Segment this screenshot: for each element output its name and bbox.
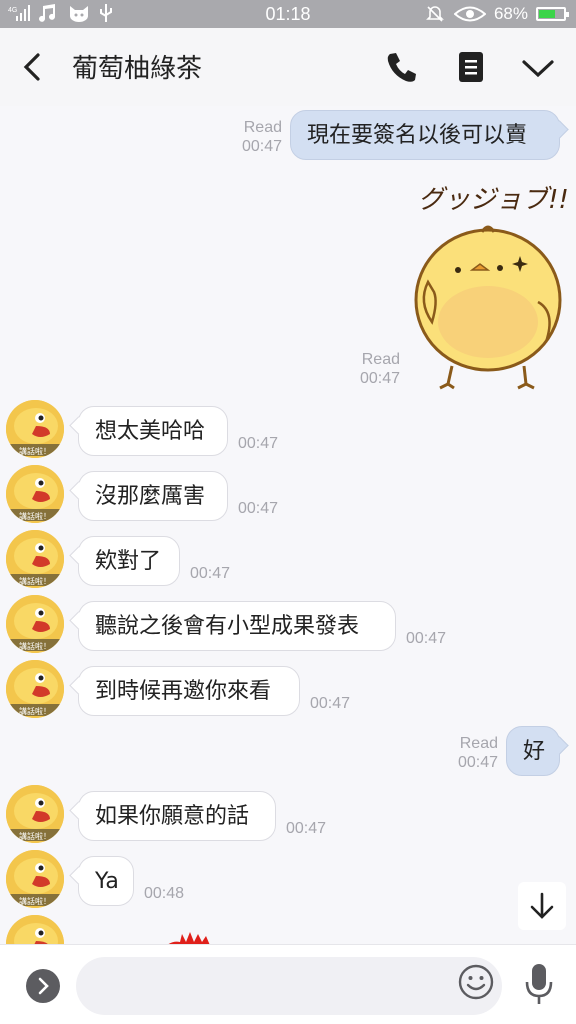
contact-avatar[interactable]: 講話啦！ bbox=[6, 595, 64, 653]
contact-avatar[interactable]: 講話啦！ bbox=[6, 400, 64, 458]
message-input[interactable] bbox=[96, 957, 436, 1015]
smiley-icon bbox=[458, 964, 494, 1000]
chat-title: 葡萄柚綠茶 bbox=[72, 54, 203, 84]
their-message-bubble[interactable]: 到時候再邀你來看 bbox=[78, 666, 300, 716]
eye-icon bbox=[453, 5, 487, 23]
contact-avatar[interactable]: 講話啦！ bbox=[6, 660, 64, 718]
silent-icon bbox=[426, 5, 446, 23]
call-button[interactable] bbox=[384, 50, 420, 84]
contact-avatar[interactable]: 講話啦！ bbox=[6, 530, 64, 588]
phone-icon bbox=[387, 53, 416, 82]
their-message-bubble[interactable]: 沒那麼厲害 bbox=[78, 471, 228, 521]
contact-avatar[interactable] bbox=[6, 915, 64, 944]
emoji-button[interactable] bbox=[458, 964, 494, 1000]
scroll-to-bottom-button[interactable] bbox=[518, 882, 566, 930]
their-message-bubble[interactable]: Ya bbox=[78, 856, 134, 906]
svg-text:講話啦！: 講話啦！ bbox=[19, 896, 51, 906]
svg-text:グッジョブ!!: グッジョブ!! bbox=[418, 185, 568, 215]
message-time: 00:47 bbox=[310, 695, 351, 712]
notes-icon bbox=[459, 52, 483, 82]
notes-button[interactable] bbox=[456, 50, 486, 84]
battery-icon bbox=[536, 7, 569, 21]
expand-menu-button[interactable] bbox=[26, 969, 60, 1003]
their-message-bubble[interactable]: 聽說之後會有小型成果發表 bbox=[78, 601, 396, 651]
back-arrow-icon bbox=[23, 53, 40, 81]
menu-dropdown-button[interactable] bbox=[520, 56, 556, 80]
status-bar: 4G 01:18 68% bbox=[0, 0, 576, 28]
my-message-bubble[interactable]: 好 bbox=[506, 726, 560, 776]
message-time: 00:47 bbox=[406, 630, 447, 647]
their-message-bubble[interactable]: 欸對了 bbox=[78, 536, 180, 586]
message-read-status: Read 00:47 bbox=[457, 735, 498, 771]
svg-text:講話啦！: 講話啦！ bbox=[19, 576, 51, 586]
message-read-status: Read 00:47 bbox=[359, 351, 400, 387]
message-read-status: Read 00:47 bbox=[241, 119, 282, 155]
svg-text:講話啦！: 講話啦！ bbox=[19, 831, 51, 841]
message-time: 00:47 bbox=[238, 500, 279, 517]
svg-text:講話啦！: 講話啦！ bbox=[19, 641, 51, 651]
message-time: 00:47 bbox=[190, 565, 231, 582]
contact-avatar[interactable]: 講話啦！ bbox=[6, 850, 64, 908]
my-message-bubble[interactable]: 現在要簽名以後可以賣 bbox=[290, 110, 560, 160]
microphone-icon bbox=[525, 964, 553, 1004]
their-message-bubble[interactable]: 如果你願意的話 bbox=[78, 791, 276, 841]
contact-avatar[interactable]: 講話啦！ bbox=[6, 465, 64, 523]
message-time: 00:48 bbox=[144, 885, 185, 902]
arrow-down-icon bbox=[530, 892, 554, 919]
chevron-down-icon bbox=[522, 60, 554, 78]
message-field-container bbox=[76, 957, 502, 1015]
their-message-bubble[interactable]: 想太美哈哈 bbox=[78, 406, 228, 456]
back-button[interactable] bbox=[18, 52, 46, 82]
svg-text:講話啦！: 講話啦！ bbox=[19, 511, 51, 521]
chat-area[interactable]: Read00:47 現在要簽名以後可以賣 Read00:47 グッジョブ!! bbox=[0, 106, 576, 944]
partial-sticker[interactable] bbox=[160, 930, 220, 944]
message-time: 00:47 bbox=[238, 435, 279, 452]
chat-header: 葡萄柚綠茶 bbox=[0, 28, 576, 106]
contact-avatar[interactable]: 講話啦！ bbox=[6, 785, 64, 843]
message-time: 00:47 bbox=[286, 820, 327, 837]
voice-input-button[interactable] bbox=[524, 962, 554, 1006]
svg-text:講話啦！: 講話啦！ bbox=[19, 706, 51, 716]
battery-percent: 68% bbox=[493, 4, 528, 23]
chevron-right-icon bbox=[38, 977, 49, 995]
sticker-chick-good-job[interactable]: グッジョブ!! bbox=[408, 172, 569, 392]
svg-text:講話啦！: 講話啦！ bbox=[19, 446, 51, 456]
